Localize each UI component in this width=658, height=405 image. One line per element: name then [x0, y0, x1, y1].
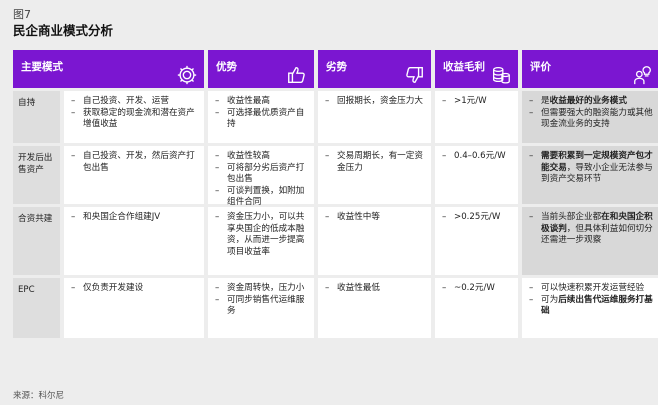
eval-text: 是: [541, 96, 550, 106]
cell-pros: 收益性较高 可将部分劣后资产打包出售 可谈判置换，如附加组件合同: [208, 146, 314, 207]
coins-icon: [490, 64, 512, 86]
list-item: 收益性最低: [324, 283, 425, 295]
list-item: 资金周转快，压力小: [214, 283, 308, 295]
eval-bold-text: 收益最好的业务模式: [549, 96, 627, 106]
list-item: 收益性最高: [214, 96, 308, 108]
row-label-self-hold: 自持: [13, 91, 60, 143]
gear-icon: [176, 64, 198, 86]
cell-eval: 需要积累到一定规模资产包才能交易，导致小企业无法参与到资产交易环节: [522, 146, 658, 204]
header-eval-label: 评价: [530, 61, 551, 73]
cell-mode: 自己投资、开发、运营 获取稳定的现金流和潜在资产增值收益: [64, 91, 204, 143]
list-item: 是收益最好的业务模式: [528, 96, 654, 108]
list-item: 可以快速积累开发运营经验: [528, 283, 654, 295]
list-item: 当前头部企业都在和央国企积极谈判，但具体利益如何切分还需进一步观察: [528, 212, 654, 247]
thumbs-down-icon: [403, 64, 425, 86]
cell-mode: 自己投资、开发，然后资产打包出售: [64, 146, 204, 204]
person-idea-icon: [632, 64, 654, 86]
list-item: ~0.2元/W: [441, 283, 512, 295]
list-item: 需要积累到一定规模资产包才能交易，导致小企业无法参与到资产交易环节: [528, 151, 654, 186]
header-cons-label: 劣势: [326, 61, 347, 73]
cell-pros: 资金周转快，压力小 可同步销售代运维服务: [208, 278, 314, 338]
cell-pros: 收益性最高 可选择最优质资产自持: [208, 91, 314, 143]
list-item: 和央国企合作组建JV: [70, 212, 198, 224]
list-item: 回报期长，资金压力大: [324, 96, 425, 108]
list-item: 获取稳定的现金流和潜在资产增值收益: [70, 108, 198, 131]
cell-margin: >0.25元/W: [435, 207, 518, 275]
row-label-joint-venture: 合资共建: [13, 207, 60, 275]
thumbs-up-icon: [286, 64, 308, 86]
list-item: 可选择最优质资产自持: [214, 108, 308, 131]
cell-eval: 是收益最好的业务模式 但需要强大的融资能力或其他现金流业务的支持: [522, 91, 658, 143]
header-margin: 收益毛利: [435, 50, 518, 88]
cell-margin: >1元/W: [435, 91, 518, 143]
header-pros-label: 优势: [216, 61, 237, 73]
header-margin-label: 收益毛利: [443, 61, 485, 73]
figure-title: 民企商业模式分析: [13, 23, 114, 38]
eval-text: 当前头部企业都: [541, 212, 602, 222]
list-item: >0.25元/W: [441, 212, 512, 224]
cell-cons: 回报期长，资金压力大: [318, 91, 431, 143]
header-eval: 评价: [522, 50, 658, 88]
list-item: 交易周期长，有一定资金压力: [324, 151, 425, 174]
header-cons: 劣势: [318, 50, 431, 88]
cell-cons: 收益性中等: [318, 207, 431, 275]
list-item: 可谈判置换，如附加组件合同: [214, 186, 308, 209]
cell-margin: 0.4–0.6元/W: [435, 146, 518, 204]
cell-margin: ~0.2元/W: [435, 278, 518, 338]
list-item: 收益性较高: [214, 151, 308, 163]
eval-text: 可为: [541, 294, 559, 305]
list-item: 0.4–0.6元/W: [441, 151, 512, 163]
cell-cons: 收益性最低: [318, 278, 431, 338]
list-item: 可将部分劣后资产打包出售: [214, 163, 308, 186]
list-item: 但需要强大的融资能力或其他现金流业务的支持: [528, 108, 654, 131]
business-model-table: 主要模式 优势 劣势 收益毛利 评价 自持 – 自己投资、开发、运营 – 获取稳…: [13, 50, 658, 338]
list-item: 仅负责开发建设: [70, 283, 198, 295]
list-item: 可为后续出售代运维服务打基础: [528, 295, 654, 318]
list-item: 资金压力小，可以共享央国企的低成本融资，从而进一步提高项目收益率: [214, 212, 308, 258]
header-mode-label: 主要模式: [21, 61, 63, 73]
list-item: 自己投资、开发，然后资产打包出售: [70, 151, 198, 174]
header-mode: 主要模式: [13, 50, 204, 88]
source-note: 来源：科尔尼: [13, 391, 65, 401]
list-item: 可同步销售代运维服务: [214, 295, 308, 318]
cell-eval: 可以快速积累开发运营经验 可为后续出售代运维服务打基础: [522, 278, 658, 338]
header-pros: 优势: [208, 50, 314, 88]
eval-bold-text: 后续出售代运维服务打基础: [541, 294, 653, 317]
cell-pros: 资金压力小，可以共享央国企的低成本融资，从而进一步提高项目收益率: [208, 207, 314, 275]
list-item: 自己投资、开发、运营: [70, 96, 198, 108]
cell-eval: 当前头部企业都在和央国企积极谈判，但具体利益如何切分还需进一步观察: [522, 207, 658, 275]
row-label-epc: EPC: [13, 278, 60, 338]
cell-mode: 仅负责开发建设: [64, 278, 204, 338]
cell-cons: 交易周期长，有一定资金压力: [318, 146, 431, 204]
list-item: >1元/W: [441, 96, 512, 108]
list-item: 收益性中等: [324, 212, 425, 224]
row-label-develop-sell: 开发后出售资产: [13, 146, 60, 204]
cell-mode: 和央国企合作组建JV: [64, 207, 204, 275]
